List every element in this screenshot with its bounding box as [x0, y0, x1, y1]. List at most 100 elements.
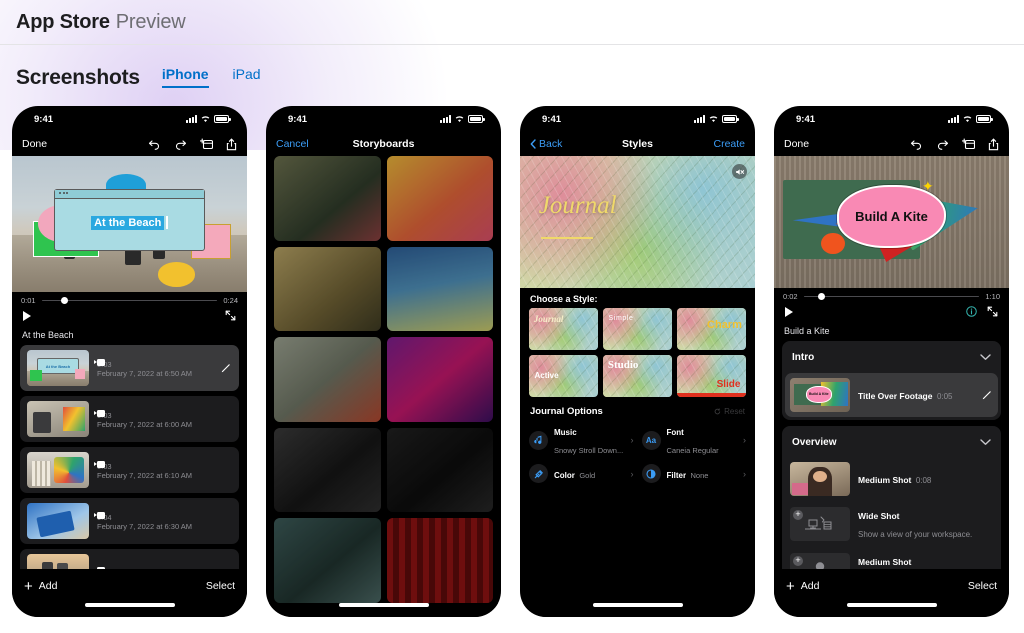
section-overview[interactable]: Overview Medium Shot 0:08 + Wide Shot Sh… — [782, 426, 1001, 569]
add-media-icon[interactable] — [200, 138, 213, 150]
battery-icon — [468, 115, 485, 123]
style-option-journal[interactable]: Journal — [529, 308, 598, 350]
select-button[interactable]: Select — [206, 580, 235, 592]
section-header[interactable]: Overview — [782, 426, 1001, 458]
table-row[interactable]: 0:03 February 7, 2022 at 6:00 AM — [20, 396, 239, 442]
play-button[interactable] — [785, 306, 793, 317]
add-button[interactable]: + Add — [786, 579, 819, 594]
shot-row[interactable]: Medium Shot 0:08 — [782, 458, 1001, 502]
option-music[interactable]: Music Snowy Stroll Down... › — [529, 422, 634, 458]
title-card-overlay[interactable]: At the Beach — [54, 188, 205, 252]
playback-timeline[interactable]: 0:02 1:10 — [774, 288, 1009, 323]
chevron-down-icon[interactable] — [980, 348, 991, 366]
clip-list[interactable]: At the Beach 0:03 February 7, 2022 at 6:… — [12, 345, 247, 569]
screenshot-project-editor[interactable]: 9:41 Done At the Beach 0:01 0:24 At the … — [12, 106, 247, 617]
style-option-studio[interactable]: Studio — [603, 355, 672, 397]
edit-pencil-icon[interactable] — [220, 362, 232, 374]
text-caret — [166, 216, 168, 230]
music-note-icon — [529, 430, 548, 450]
undo-icon[interactable] — [148, 139, 161, 150]
table-row[interactable]: 0:03 February 7, 2022 at 6:10 AM — [20, 447, 239, 493]
storyboard-tile-about-me[interactable]: About Me — [274, 156, 381, 241]
add-shot-icon[interactable]: + — [793, 556, 803, 566]
edit-pencil-icon[interactable] — [981, 389, 993, 401]
redo-icon[interactable] — [936, 139, 949, 150]
tab-iphone[interactable]: iPhone — [161, 66, 209, 88]
add-label: Add — [800, 580, 820, 592]
storyboard-tile-day-in-the-life[interactable]: Day in the Life — [386, 246, 493, 332]
style-option-active[interactable]: Active — [529, 355, 598, 397]
home-indicator — [520, 603, 755, 617]
scrubber-track[interactable] — [803, 292, 980, 300]
battery-icon — [976, 115, 993, 123]
tab-ipad[interactable]: iPad — [233, 66, 261, 88]
mute-icon[interactable] — [732, 164, 747, 179]
reset-button[interactable]: Reset — [714, 407, 745, 416]
shot-placeholder[interactable]: + — [790, 553, 850, 569]
scrubber-knob[interactable] — [60, 296, 68, 304]
style-option-simple[interactable]: Simple — [603, 308, 672, 350]
done-button[interactable]: Done — [784, 138, 809, 150]
option-filter[interactable]: Filter None › — [641, 464, 746, 483]
storyboard-tile-cooking[interactable]: Cooking — [274, 246, 381, 332]
section-intro[interactable]: Intro Build A Kite Title Over Footage 0:… — [782, 341, 1001, 420]
table-row[interactable]: At the Beach 0:03 February 7, 2022 at 6:… — [20, 345, 239, 391]
storyboard-grid[interactable]: About Me Celebration Cooking — [266, 156, 501, 603]
cancel-button[interactable]: Cancel — [276, 138, 309, 150]
info-icon[interactable] — [966, 306, 977, 317]
storyboard-tile-how-it-works[interactable]: How It Works — [274, 427, 381, 513]
storyboard-tile-film[interactable]: Film — [386, 518, 493, 603]
table-row[interactable]: 0:04 February 7, 2022 at 6:30 AM — [20, 498, 239, 544]
style-option-charm[interactable]: Charm — [677, 308, 746, 350]
scrubber-knob[interactable] — [817, 292, 825, 300]
option-label: Filter — [666, 470, 687, 480]
back-button[interactable]: Back — [530, 138, 562, 150]
undo-icon[interactable] — [910, 139, 923, 150]
section-title: Intro — [792, 351, 815, 363]
option-font[interactable]: Aa Font Caneia Regular › — [641, 422, 746, 458]
done-button[interactable]: Done — [22, 138, 47, 150]
table-row[interactable]: 0:03 — [20, 549, 239, 569]
storyboard-sections[interactable]: Intro Build A Kite Title Over Footage 0:… — [774, 341, 1009, 569]
chevron-down-icon[interactable] — [980, 433, 991, 451]
plus-icon: + — [24, 577, 33, 595]
share-icon[interactable] — [226, 138, 237, 151]
storyboard-tile-qa[interactable]: Q&A — [274, 518, 381, 603]
shot-row[interactable]: + Medium Shot What makes this project sp… — [782, 548, 1001, 569]
add-button[interactable]: + Add — [24, 579, 57, 594]
fullscreen-icon[interactable] — [225, 310, 236, 321]
storyboard-tile-makeover[interactable]: Makeover — [386, 427, 493, 513]
scrubber-track[interactable] — [41, 296, 218, 304]
style-options-grid[interactable]: Music Snowy Stroll Down... › Aa Font Can… — [520, 422, 755, 483]
shot-row[interactable]: Build A Kite Title Over Footage 0:05 — [785, 373, 998, 417]
share-icon[interactable] — [988, 138, 999, 151]
style-label: Journal — [533, 313, 564, 324]
style-preview[interactable]: Journal — [520, 156, 755, 288]
screenshot-styles-chooser[interactable]: 9:41 Back Styles Create Journal Choose a… — [520, 106, 755, 617]
video-preview[interactable]: At the Beach — [12, 156, 247, 292]
section-header[interactable]: Intro — [782, 341, 1001, 373]
fullscreen-icon[interactable] — [987, 306, 998, 317]
add-shot-icon[interactable]: + — [793, 510, 803, 520]
title-card-text: At the Beach — [91, 215, 165, 230]
redo-icon[interactable] — [174, 139, 187, 150]
title-bubble-overlay[interactable]: Build A Kite — [837, 185, 946, 249]
option-color[interactable]: Color Gold › — [529, 464, 634, 483]
screenshot-storyboard-editor[interactable]: 9:41 Done ✦ Build A Kite 0:02 1:10 Build… — [774, 106, 1009, 617]
shot-placeholder[interactable]: + — [790, 507, 850, 541]
style-thumbnail-grid[interactable]: Journal Simple Charm Active Studio Slide — [520, 308, 755, 397]
play-button[interactable] — [23, 310, 31, 321]
add-media-icon[interactable] — [962, 138, 975, 150]
storyboard-tile-celebration[interactable]: Celebration — [386, 156, 493, 241]
create-button[interactable]: Create — [713, 138, 745, 150]
playback-timeline[interactable]: 0:01 0:24 — [12, 292, 247, 327]
shot-row[interactable]: + Wide Shot Show a view of your workspac… — [782, 502, 1001, 548]
storyboard-tile-gaming[interactable]: Gaming — [386, 337, 493, 422]
select-button[interactable]: Select — [968, 580, 997, 592]
status-time: 9:41 — [796, 113, 816, 125]
shot-title: Medium Shot — [858, 557, 912, 567]
storyboard-tile-diy[interactable]: DIY — [274, 337, 381, 422]
screenshot-storyboards-picker[interactable]: 9:41 Cancel Storyboards About Me — [266, 106, 501, 617]
video-preview[interactable]: ✦ Build A Kite — [774, 156, 1009, 288]
style-option-slide[interactable]: Slide — [677, 355, 746, 397]
